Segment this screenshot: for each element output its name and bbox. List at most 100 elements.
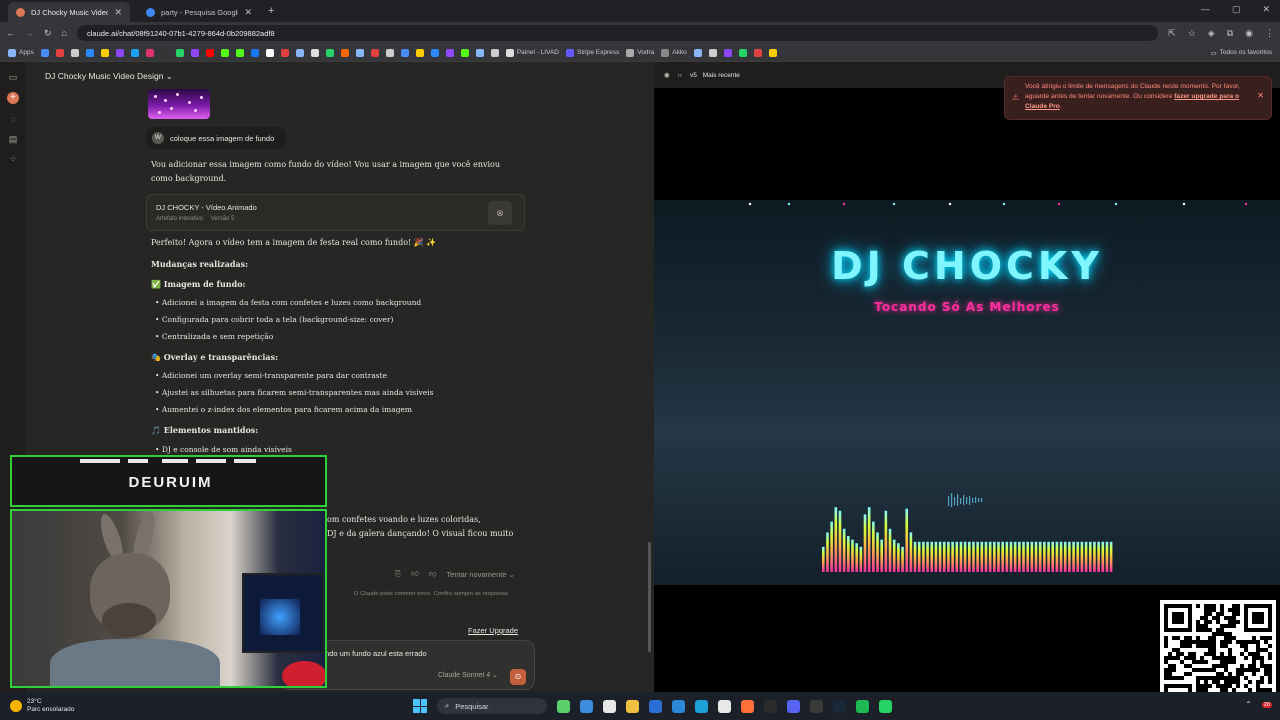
code-icon[interactable]: ‹› bbox=[678, 72, 682, 79]
bookmark-stripe[interactable]: Stripe Express bbox=[565, 48, 619, 57]
thumbs-down-icon[interactable]: 👎︎ bbox=[429, 569, 437, 579]
artifact-open-icon[interactable]: ⊗ bbox=[488, 201, 512, 225]
bookmark-icon[interactable] bbox=[205, 48, 214, 57]
extension-icon[interactable]: ◈ bbox=[1208, 28, 1215, 39]
artifact-card[interactable]: DJ CHOCKY - Vídeo Animado Artefato inter… bbox=[146, 194, 525, 231]
spotify-icon[interactable] bbox=[856, 699, 869, 713]
bookmark-icon[interactable] bbox=[280, 48, 289, 57]
chat-title[interactable]: DJ Chocky Music Video Design ⌄ bbox=[45, 71, 173, 82]
firefox-icon[interactable] bbox=[741, 699, 754, 713]
app-icon[interactable] bbox=[603, 699, 616, 713]
send-button[interactable]: ⊙ bbox=[510, 669, 526, 685]
start-icon[interactable] bbox=[413, 699, 427, 713]
install-app-icon[interactable]: ⇱ bbox=[1168, 28, 1176, 39]
bookmark-icon[interactable] bbox=[325, 48, 334, 57]
forward-icon[interactable]: → bbox=[25, 28, 34, 38]
reload-icon[interactable]: ↻ bbox=[44, 28, 52, 39]
close-icon[interactable]: ✕ bbox=[1257, 91, 1264, 100]
bookmark-icon[interactable] bbox=[145, 48, 154, 57]
close-tab-icon[interactable]: ✕ bbox=[114, 7, 122, 18]
bookmark-icon[interactable] bbox=[385, 48, 394, 57]
bookmark-icon[interactable] bbox=[355, 48, 364, 57]
bookmark-icon[interactable] bbox=[310, 48, 319, 57]
file-explorer-icon[interactable] bbox=[626, 699, 639, 713]
upgrade-link[interactable]: Fazer Upgrade bbox=[468, 626, 518, 635]
chrome-icon[interactable] bbox=[718, 699, 731, 713]
message-input[interactable]: ndo um fundo azul esta errado bbox=[325, 649, 427, 658]
app-icon[interactable] bbox=[810, 699, 823, 713]
bookmark-icon[interactable] bbox=[768, 48, 777, 57]
all-bookmarks-folder[interactable]: ▭ Todos os favoritos bbox=[1210, 49, 1272, 57]
weather-widget[interactable]: 23°C Parc ensolarado bbox=[10, 698, 74, 714]
tab-google-search[interactable]: party - Pesquisa Google ✕ bbox=[138, 2, 260, 22]
retry-button[interactable]: Tentar novamente ⌄ bbox=[446, 570, 514, 579]
address-bar[interactable]: claude.ai/chat/08f91240-07b1-4279-864d-0… bbox=[76, 25, 1159, 41]
copy-icon[interactable]: ⎘ bbox=[395, 569, 401, 579]
bookmark-icon[interactable] bbox=[115, 48, 124, 57]
minimize-icon[interactable]: — bbox=[1201, 4, 1210, 15]
maximize-icon[interactable]: ▢ bbox=[1232, 4, 1241, 15]
app-icon[interactable] bbox=[764, 699, 777, 713]
edge-icon[interactable] bbox=[695, 699, 708, 713]
steam-icon[interactable] bbox=[833, 699, 846, 713]
bookmark-icon[interactable] bbox=[460, 48, 469, 57]
profile-icon[interactable]: ◉ bbox=[1245, 28, 1253, 39]
extensions-puzzle-icon[interactable]: ⧉ bbox=[1227, 28, 1233, 39]
close-tab-icon[interactable]: ✕ bbox=[244, 7, 252, 18]
thumbs-up-icon[interactable]: 👍︎ bbox=[411, 569, 419, 579]
bookmark-star-icon[interactable]: ☆ bbox=[1188, 28, 1196, 39]
bookmark-icon[interactable] bbox=[475, 48, 484, 57]
uploaded-image-thumbnail[interactable] bbox=[148, 89, 210, 119]
bookmark-apps[interactable]: Apps bbox=[8, 48, 34, 57]
bookmark-icon[interactable] bbox=[370, 48, 379, 57]
bookmark-icon[interactable] bbox=[738, 48, 747, 57]
chats-icon[interactable]: ◌ bbox=[8, 114, 18, 124]
bookmark-icon[interactable] bbox=[753, 48, 762, 57]
bookmark-icon[interactable] bbox=[175, 48, 184, 57]
back-icon[interactable]: ← bbox=[6, 28, 15, 38]
bookmark-icon[interactable] bbox=[190, 48, 199, 57]
bookmark-icon[interactable] bbox=[445, 48, 454, 57]
bookmark-icon[interactable] bbox=[723, 48, 732, 57]
notification-badge[interactable]: 20 bbox=[1261, 701, 1272, 708]
bookmark-icon[interactable] bbox=[100, 48, 109, 57]
model-selector[interactable]: Claude Sonnet 4 ⌄ bbox=[438, 671, 498, 679]
whatsapp-icon[interactable] bbox=[879, 699, 892, 713]
sidebar-toggle-icon[interactable]: ▭ bbox=[8, 72, 18, 82]
bookmark-icon[interactable] bbox=[55, 48, 64, 57]
discord-icon[interactable] bbox=[787, 699, 800, 713]
new-chat-icon[interactable]: + bbox=[7, 92, 19, 104]
bookmark-icon[interactable] bbox=[400, 48, 409, 57]
artifacts-icon[interactable]: ⁘ bbox=[8, 154, 18, 164]
bookmark-painel[interactable]: Painel - LIVAD bbox=[505, 48, 559, 57]
app-icon[interactable] bbox=[649, 699, 662, 713]
projects-icon[interactable]: ▤ bbox=[8, 134, 18, 144]
new-tab-icon[interactable]: + bbox=[268, 5, 274, 17]
bookmark-icon[interactable] bbox=[70, 48, 79, 57]
chat-scrollbar[interactable] bbox=[648, 542, 651, 652]
bookmark-icon[interactable] bbox=[40, 48, 49, 57]
app-icon[interactable] bbox=[557, 699, 570, 713]
bookmark-akko[interactable]: Akko bbox=[661, 48, 687, 57]
bookmark-icon[interactable] bbox=[708, 48, 717, 57]
menu-kebab-icon[interactable]: ⋮ bbox=[1265, 28, 1274, 39]
bookmark-icon[interactable] bbox=[693, 48, 702, 57]
bookmark-icon[interactable] bbox=[295, 48, 304, 57]
chevron-up-icon[interactable]: ⌃ bbox=[1245, 700, 1252, 709]
bookmark-icon[interactable] bbox=[160, 48, 169, 57]
app-icon[interactable] bbox=[672, 699, 685, 713]
bookmark-icon[interactable] bbox=[220, 48, 229, 57]
close-window-icon[interactable]: ✕ bbox=[1262, 4, 1270, 15]
bookmark-icon[interactable] bbox=[250, 48, 259, 57]
bookmark-icon[interactable] bbox=[265, 48, 274, 57]
home-icon[interactable]: ⌂ bbox=[62, 28, 67, 38]
bookmark-icon[interactable] bbox=[235, 48, 244, 57]
bookmark-icon[interactable] bbox=[490, 48, 499, 57]
taskbar-search[interactable]: ⌕ Pesquisar bbox=[437, 698, 547, 714]
version-selector[interactable]: v5 Mais recente bbox=[690, 72, 740, 79]
bookmark-icon[interactable] bbox=[430, 48, 439, 57]
bookmark-icon[interactable] bbox=[130, 48, 139, 57]
bookmark-icon[interactable] bbox=[340, 48, 349, 57]
bookmark-vodra[interactable]: Vodra bbox=[626, 48, 654, 57]
tab-claude-chat[interactable]: DJ Chocky Music Video Design ✕ bbox=[8, 2, 130, 22]
